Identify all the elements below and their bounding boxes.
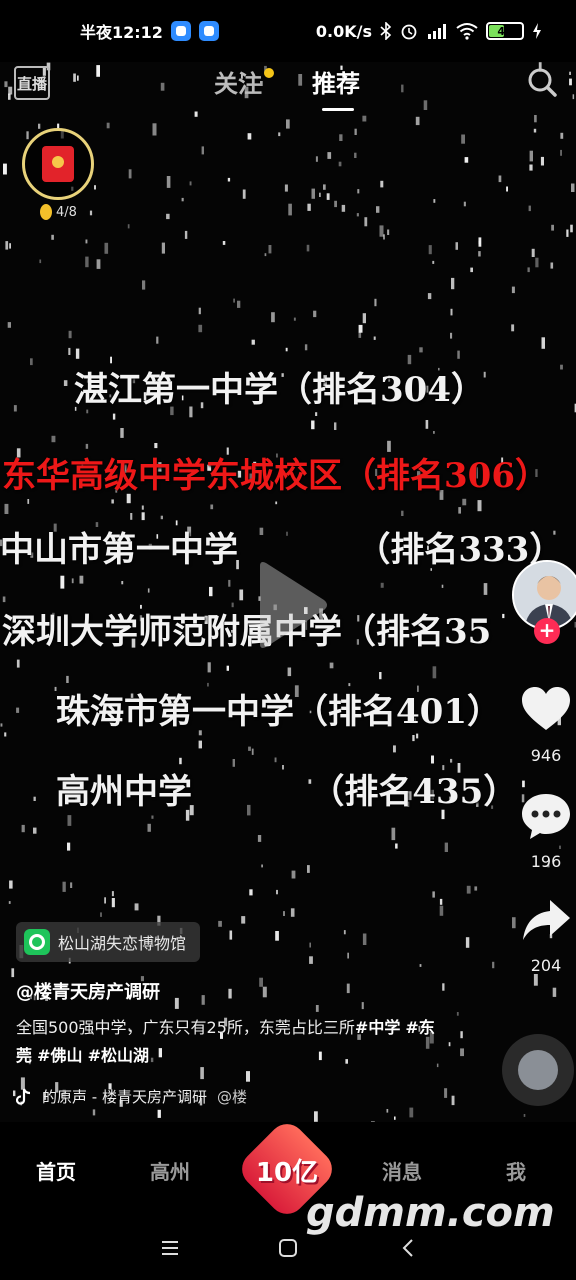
top-nav: 直播 关注 推荐 bbox=[0, 62, 576, 112]
description-text: 全国500强中学，广东只有25所，东莞占比三所 bbox=[16, 1018, 355, 1037]
coin-progress-text: 4/8 bbox=[56, 204, 77, 220]
location-pin-icon bbox=[24, 929, 50, 955]
home-icon[interactable] bbox=[274, 1234, 302, 1262]
music-cover-icon bbox=[518, 1050, 558, 1090]
red-envelope-icon bbox=[42, 146, 74, 182]
video-player[interactable]: 湛江第一中学（排名304） 东华高级中学东城校区（排名306） 中山市第一中学 … bbox=[0, 62, 576, 1122]
video-line-6: 高州中学 （排名435） bbox=[56, 772, 518, 812]
like-count: 946 bbox=[530, 746, 562, 765]
hashtag[interactable]: #佛山 bbox=[37, 1046, 82, 1065]
coin-progress: 4/8 bbox=[40, 204, 77, 220]
tab-recommend-label: 推荐 bbox=[312, 70, 360, 98]
music-disc[interactable] bbox=[502, 1034, 574, 1106]
video-description: 全国500强中学，广东只有25所，东莞占比三所#中学 #东莞 #佛山 #松山湖 bbox=[16, 1014, 436, 1070]
red-packet-widget[interactable] bbox=[22, 128, 94, 200]
share-count: 204 bbox=[530, 956, 562, 975]
play-icon[interactable] bbox=[252, 560, 328, 650]
coin-icon bbox=[40, 204, 52, 220]
heart-icon bbox=[522, 687, 570, 730]
tab-follow[interactable]: 关注 bbox=[214, 64, 274, 99]
bluetooth-icon bbox=[380, 22, 392, 40]
video-line-1: 湛江第一中学（排名304） bbox=[74, 370, 485, 410]
menu-icon[interactable] bbox=[156, 1234, 184, 1262]
live-label: 直播 bbox=[16, 74, 47, 93]
active-tab-indicator bbox=[322, 108, 354, 111]
tab-recommend[interactable]: 推荐 bbox=[312, 64, 360, 99]
nav-home[interactable]: 首页 bbox=[36, 1156, 76, 1185]
comment-icon bbox=[522, 794, 570, 839]
back-icon[interactable] bbox=[394, 1234, 422, 1262]
share-button[interactable]: 204 bbox=[514, 894, 576, 975]
tab-follow-label: 关注 bbox=[214, 70, 262, 98]
like-button[interactable]: 946 bbox=[514, 684, 576, 765]
comment-button[interactable]: 196 bbox=[514, 790, 576, 871]
status-bar: 半夜12:12 0.0K/s 43 bbox=[0, 0, 576, 62]
nav-me[interactable]: 我 bbox=[506, 1156, 526, 1185]
action-rail: + 946 196 204 bbox=[496, 0, 576, 1120]
music-info[interactable]: 的原声 - 楼青天房产调研 @楼 bbox=[16, 1086, 286, 1107]
author-name[interactable]: @楼青天房产调研 bbox=[16, 978, 160, 1004]
charging-icon bbox=[533, 23, 541, 39]
battery-icon: 43 bbox=[486, 22, 524, 40]
location-label: 松山湖失恋博物馆 bbox=[58, 934, 187, 953]
wifi-icon bbox=[456, 23, 478, 40]
music-title: 的原声 - 楼青天房产调研 bbox=[42, 1088, 207, 1106]
video-line-4: 深圳大学师范附属中学（排名35 bbox=[2, 612, 492, 652]
location-chip[interactable]: 松山湖失恋博物馆 bbox=[16, 922, 201, 962]
hashtag[interactable]: #中学 bbox=[355, 1018, 400, 1037]
new-content-dot bbox=[264, 68, 274, 78]
comment-count: 196 bbox=[530, 852, 562, 871]
battery-level: 43 bbox=[497, 24, 513, 38]
notification-app-icon-2 bbox=[198, 21, 219, 41]
music-mention: @楼 bbox=[216, 1088, 247, 1106]
alarm-icon bbox=[401, 24, 417, 40]
tiktok-note-icon bbox=[16, 1088, 31, 1105]
status-time: 半夜12:12 bbox=[80, 23, 163, 42]
hashtag[interactable]: #松山湖 bbox=[88, 1046, 149, 1065]
share-icon bbox=[523, 900, 570, 940]
signal-icon bbox=[428, 24, 446, 39]
create-badge-label: 10亿 bbox=[255, 1158, 319, 1188]
nav-local[interactable]: 高州 bbox=[150, 1156, 190, 1185]
video-line-5: 珠海市第一中学（排名401） bbox=[56, 692, 501, 732]
follow-plus-button[interactable]: + bbox=[534, 618, 560, 644]
network-speed: 0.0K/s bbox=[315, 21, 372, 41]
video-line-2: 东华高级中学东城校区（排名306） bbox=[2, 456, 549, 496]
watermark: gdmm.com bbox=[306, 1190, 555, 1236]
nav-messages[interactable]: 消息 bbox=[382, 1156, 422, 1185]
notification-app-icon bbox=[170, 21, 191, 41]
live-icon[interactable]: 直播 bbox=[14, 66, 50, 100]
